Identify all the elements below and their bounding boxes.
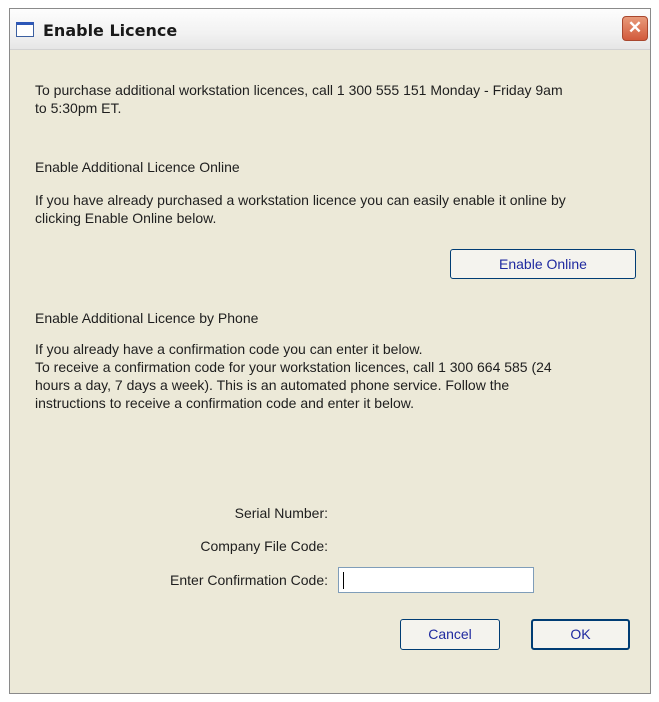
online-text-line-2: clicking Enable Online below. — [35, 210, 217, 226]
confirmation-code-label: Enter Confirmation Code: — [170, 572, 328, 588]
phone-text-line-3: hours a day, 7 days a week). This is an … — [35, 377, 510, 393]
online-heading: Enable Additional Licence Online — [35, 159, 240, 175]
online-text-line-1: If you have already purchased a workstat… — [35, 192, 566, 208]
phone-text-line-4: instructions to receive a confirmation c… — [35, 395, 414, 411]
phone-text-line-2: To receive a confirmation code for your … — [35, 359, 552, 375]
confirmation-code-input[interactable] — [338, 567, 534, 593]
title-bar[interactable]: Enable Licence ✕ — [10, 9, 650, 50]
enable-licence-dialog: Enable Licence ✕ To purchase additional … — [9, 8, 651, 694]
enable-online-button[interactable]: Enable Online — [450, 249, 636, 279]
cancel-button[interactable]: Cancel — [400, 619, 500, 650]
close-icon: ✕ — [627, 18, 643, 37]
intro-text-line-1: To purchase additional workstation licen… — [35, 82, 563, 98]
phone-text-line-1: If you already have a confirmation code … — [35, 341, 423, 357]
text-cursor — [343, 572, 344, 589]
ok-button[interactable]: OK — [531, 619, 630, 650]
intro-text-line-2: to 5:30pm ET. — [35, 100, 122, 116]
window-title: Enable Licence — [43, 21, 178, 40]
close-button[interactable]: ✕ — [622, 16, 648, 41]
window-icon — [16, 22, 34, 37]
company-file-code-label: Company File Code: — [200, 538, 328, 554]
phone-heading: Enable Additional Licence by Phone — [35, 310, 259, 326]
serial-number-label: Serial Number: — [234, 505, 328, 521]
